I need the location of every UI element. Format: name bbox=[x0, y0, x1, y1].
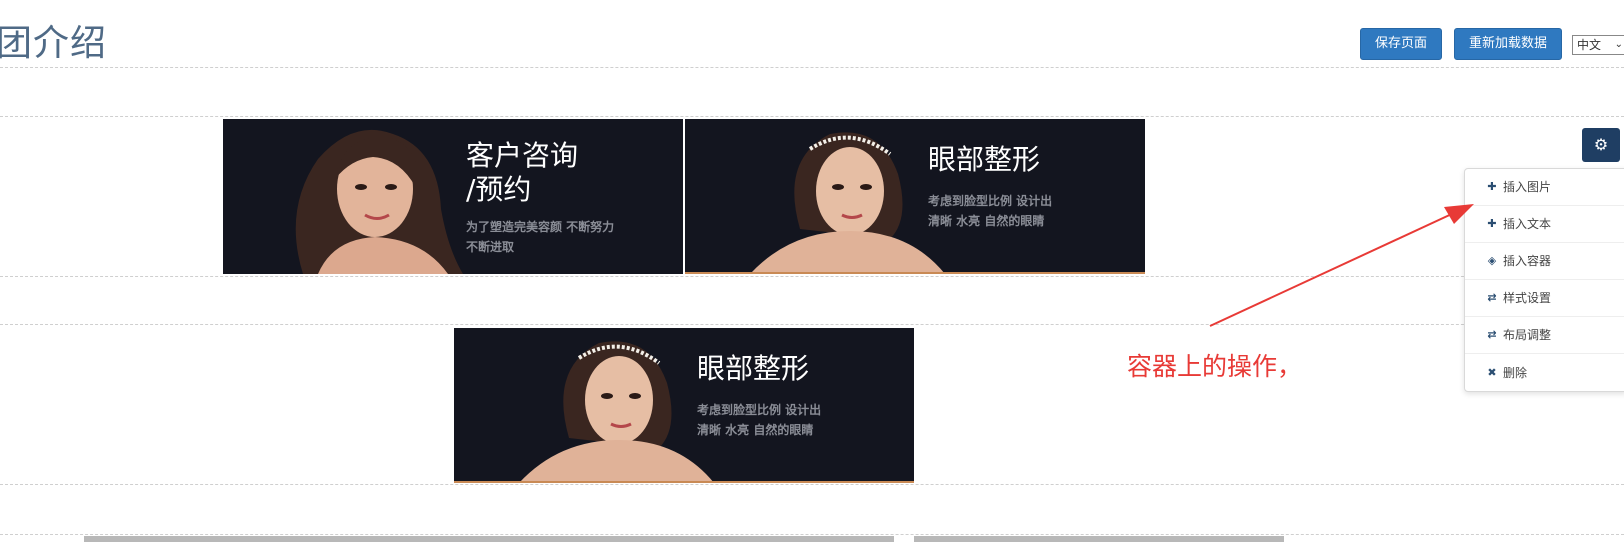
image-strip bbox=[84, 536, 894, 542]
annotation-text: 容器上的操作， bbox=[1127, 352, 1303, 381]
annotation-arrow bbox=[1209, 204, 1474, 327]
image-strip bbox=[914, 536, 1284, 542]
